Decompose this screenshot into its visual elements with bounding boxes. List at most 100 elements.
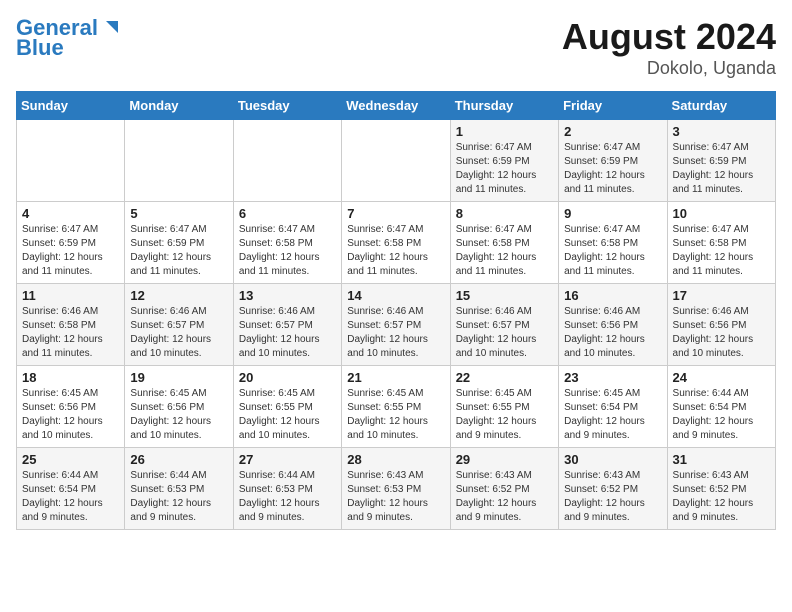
day-number: 28 — [347, 452, 444, 467]
day-detail: Sunrise: 6:45 AM Sunset: 6:55 PM Dayligh… — [239, 387, 336, 443]
day-detail: Sunrise: 6:44 AM Sunset: 6:53 PM Dayligh… — [239, 469, 336, 525]
day-cell: 22 Sunrise: 6:45 AM Sunset: 6:55 PM Dayli… — [450, 366, 558, 448]
day-detail: Sunrise: 6:45 AM Sunset: 6:56 PM Dayligh… — [22, 387, 119, 443]
day-number: 6 — [239, 206, 336, 221]
day-cell: 24 Sunrise: 6:44 AM Sunset: 6:54 PM Dayli… — [667, 366, 775, 448]
day-number: 31 — [673, 452, 770, 467]
week-row-2: 11 Sunrise: 6:46 AM Sunset: 6:58 PM Dayli… — [17, 284, 776, 366]
day-number: 15 — [456, 288, 553, 303]
day-detail: Sunrise: 6:43 AM Sunset: 6:52 PM Dayligh… — [564, 469, 661, 525]
week-row-0: 1 Sunrise: 6:47 AM Sunset: 6:59 PM Daylig… — [17, 120, 776, 202]
day-detail: Sunrise: 6:46 AM Sunset: 6:57 PM Dayligh… — [130, 305, 227, 361]
day-cell — [342, 120, 450, 202]
day-detail: Sunrise: 6:47 AM Sunset: 6:58 PM Dayligh… — [564, 223, 661, 279]
day-cell — [233, 120, 341, 202]
week-row-4: 25Sunrise: 6:44 AM Sunset: 6:54 PM Dayli… — [17, 448, 776, 530]
day-number: 14 — [347, 288, 444, 303]
day-cell: 19 Sunrise: 6:45 AM Sunset: 6:56 PM Dayli… — [125, 366, 233, 448]
day-detail: Sunrise: 6:47 AM Sunset: 6:59 PM Dayligh… — [673, 141, 770, 197]
day-number: 29 — [456, 452, 553, 467]
header-cell-sunday: Sunday — [17, 92, 125, 120]
day-number: 11 — [22, 288, 119, 303]
day-number: 12 — [130, 288, 227, 303]
day-cell: 15Sunrise: 6:46 AM Sunset: 6:57 PM Dayli… — [450, 284, 558, 366]
day-cell: 26 Sunrise: 6:44 AM Sunset: 6:53 PM Dayli… — [125, 448, 233, 530]
day-cell — [125, 120, 233, 202]
day-number: 22 — [456, 370, 553, 385]
header-cell-monday: Monday — [125, 92, 233, 120]
day-cell: 6 Sunrise: 6:47 AM Sunset: 6:58 PM Daylig… — [233, 202, 341, 284]
day-cell: 17 Sunrise: 6:46 AM Sunset: 6:56 PM Dayli… — [667, 284, 775, 366]
day-number: 4 — [22, 206, 119, 221]
logo-icon — [98, 17, 120, 39]
day-detail: Sunrise: 6:43 AM Sunset: 6:53 PM Dayligh… — [347, 469, 444, 525]
calendar-table: SundayMondayTuesdayWednesdayThursdayFrid… — [16, 91, 776, 530]
day-detail: Sunrise: 6:47 AM Sunset: 6:59 PM Dayligh… — [130, 223, 227, 279]
day-cell: 23 Sunrise: 6:45 AM Sunset: 6:54 PM Dayli… — [559, 366, 667, 448]
day-number: 7 — [347, 206, 444, 221]
day-detail: Sunrise: 6:45 AM Sunset: 6:56 PM Dayligh… — [130, 387, 227, 443]
day-detail: Sunrise: 6:47 AM Sunset: 6:59 PM Dayligh… — [22, 223, 119, 279]
day-detail: Sunrise: 6:47 AM Sunset: 6:58 PM Dayligh… — [239, 223, 336, 279]
header-cell-tuesday: Tuesday — [233, 92, 341, 120]
day-cell: 20 Sunrise: 6:45 AM Sunset: 6:55 PM Dayli… — [233, 366, 341, 448]
calendar-subtitle: Dokolo, Uganda — [562, 58, 776, 79]
day-number: 13 — [239, 288, 336, 303]
day-cell: 12 Sunrise: 6:46 AM Sunset: 6:57 PM Dayli… — [125, 284, 233, 366]
day-number: 24 — [673, 370, 770, 385]
day-number: 25 — [22, 452, 119, 467]
week-row-3: 18 Sunrise: 6:45 AM Sunset: 6:56 PM Dayli… — [17, 366, 776, 448]
day-number: 9 — [564, 206, 661, 221]
day-detail: Sunrise: 6:46 AM Sunset: 6:56 PM Dayligh… — [564, 305, 661, 361]
day-number: 27 — [239, 452, 336, 467]
day-detail: Sunrise: 6:47 AM Sunset: 6:58 PM Dayligh… — [673, 223, 770, 279]
day-number: 19 — [130, 370, 227, 385]
day-cell: 7 Sunrise: 6:47 AM Sunset: 6:58 PM Daylig… — [342, 202, 450, 284]
logo: General Blue — [16, 16, 120, 60]
day-number: 20 — [239, 370, 336, 385]
day-number: 18 — [22, 370, 119, 385]
day-cell: 18 Sunrise: 6:45 AM Sunset: 6:56 PM Dayli… — [17, 366, 125, 448]
page-header: General Blue August 2024 Dokolo, Uganda — [16, 16, 776, 79]
day-cell: 16 Sunrise: 6:46 AM Sunset: 6:56 PM Dayli… — [559, 284, 667, 366]
day-cell: 21Sunrise: 6:45 AM Sunset: 6:55 PM Dayli… — [342, 366, 450, 448]
day-detail: Sunrise: 6:43 AM Sunset: 6:52 PM Dayligh… — [456, 469, 553, 525]
day-cell: 29 Sunrise: 6:43 AM Sunset: 6:52 PM Dayli… — [450, 448, 558, 530]
day-number: 16 — [564, 288, 661, 303]
day-number: 8 — [456, 206, 553, 221]
day-cell: 13 Sunrise: 6:46 AM Sunset: 6:57 PM Dayli… — [233, 284, 341, 366]
day-detail: Sunrise: 6:44 AM Sunset: 6:54 PM Dayligh… — [673, 387, 770, 443]
day-cell: 31 Sunrise: 6:43 AM Sunset: 6:52 PM Dayli… — [667, 448, 775, 530]
header-cell-friday: Friday — [559, 92, 667, 120]
day-cell: 2Sunrise: 6:47 AM Sunset: 6:59 PM Daylig… — [559, 120, 667, 202]
day-number: 17 — [673, 288, 770, 303]
day-cell — [17, 120, 125, 202]
day-cell: 5 Sunrise: 6:47 AM Sunset: 6:59 PM Daylig… — [125, 202, 233, 284]
day-detail: Sunrise: 6:47 AM Sunset: 6:58 PM Dayligh… — [347, 223, 444, 279]
day-cell: 14 Sunrise: 6:46 AM Sunset: 6:57 PM Dayli… — [342, 284, 450, 366]
day-detail: Sunrise: 6:45 AM Sunset: 6:54 PM Dayligh… — [564, 387, 661, 443]
day-detail: Sunrise: 6:45 AM Sunset: 6:55 PM Dayligh… — [456, 387, 553, 443]
day-cell: 27 Sunrise: 6:44 AM Sunset: 6:53 PM Dayli… — [233, 448, 341, 530]
day-detail: Sunrise: 6:46 AM Sunset: 6:56 PM Dayligh… — [673, 305, 770, 361]
day-detail: Sunrise: 6:46 AM Sunset: 6:57 PM Dayligh… — [239, 305, 336, 361]
day-cell: 9 Sunrise: 6:47 AM Sunset: 6:58 PM Daylig… — [559, 202, 667, 284]
day-detail: Sunrise: 6:43 AM Sunset: 6:52 PM Dayligh… — [673, 469, 770, 525]
day-cell: 3 Sunrise: 6:47 AM Sunset: 6:59 PM Daylig… — [667, 120, 775, 202]
week-row-1: 4 Sunrise: 6:47 AM Sunset: 6:59 PM Daylig… — [17, 202, 776, 284]
day-cell: 8Sunrise: 6:47 AM Sunset: 6:58 PM Daylig… — [450, 202, 558, 284]
day-number: 5 — [130, 206, 227, 221]
day-detail: Sunrise: 6:46 AM Sunset: 6:58 PM Dayligh… — [22, 305, 119, 361]
day-number: 3 — [673, 124, 770, 139]
day-number: 1 — [456, 124, 553, 139]
day-number: 26 — [130, 452, 227, 467]
day-detail: Sunrise: 6:44 AM Sunset: 6:53 PM Dayligh… — [130, 469, 227, 525]
day-cell: 28 Sunrise: 6:43 AM Sunset: 6:53 PM Dayli… — [342, 448, 450, 530]
header-cell-thursday: Thursday — [450, 92, 558, 120]
day-detail: Sunrise: 6:45 AM Sunset: 6:55 PM Dayligh… — [347, 387, 444, 443]
header-cell-wednesday: Wednesday — [342, 92, 450, 120]
day-number: 23 — [564, 370, 661, 385]
day-detail: Sunrise: 6:46 AM Sunset: 6:57 PM Dayligh… — [347, 305, 444, 361]
day-detail: Sunrise: 6:47 AM Sunset: 6:59 PM Dayligh… — [564, 141, 661, 197]
day-cell: 11 Sunrise: 6:46 AM Sunset: 6:58 PM Dayli… — [17, 284, 125, 366]
